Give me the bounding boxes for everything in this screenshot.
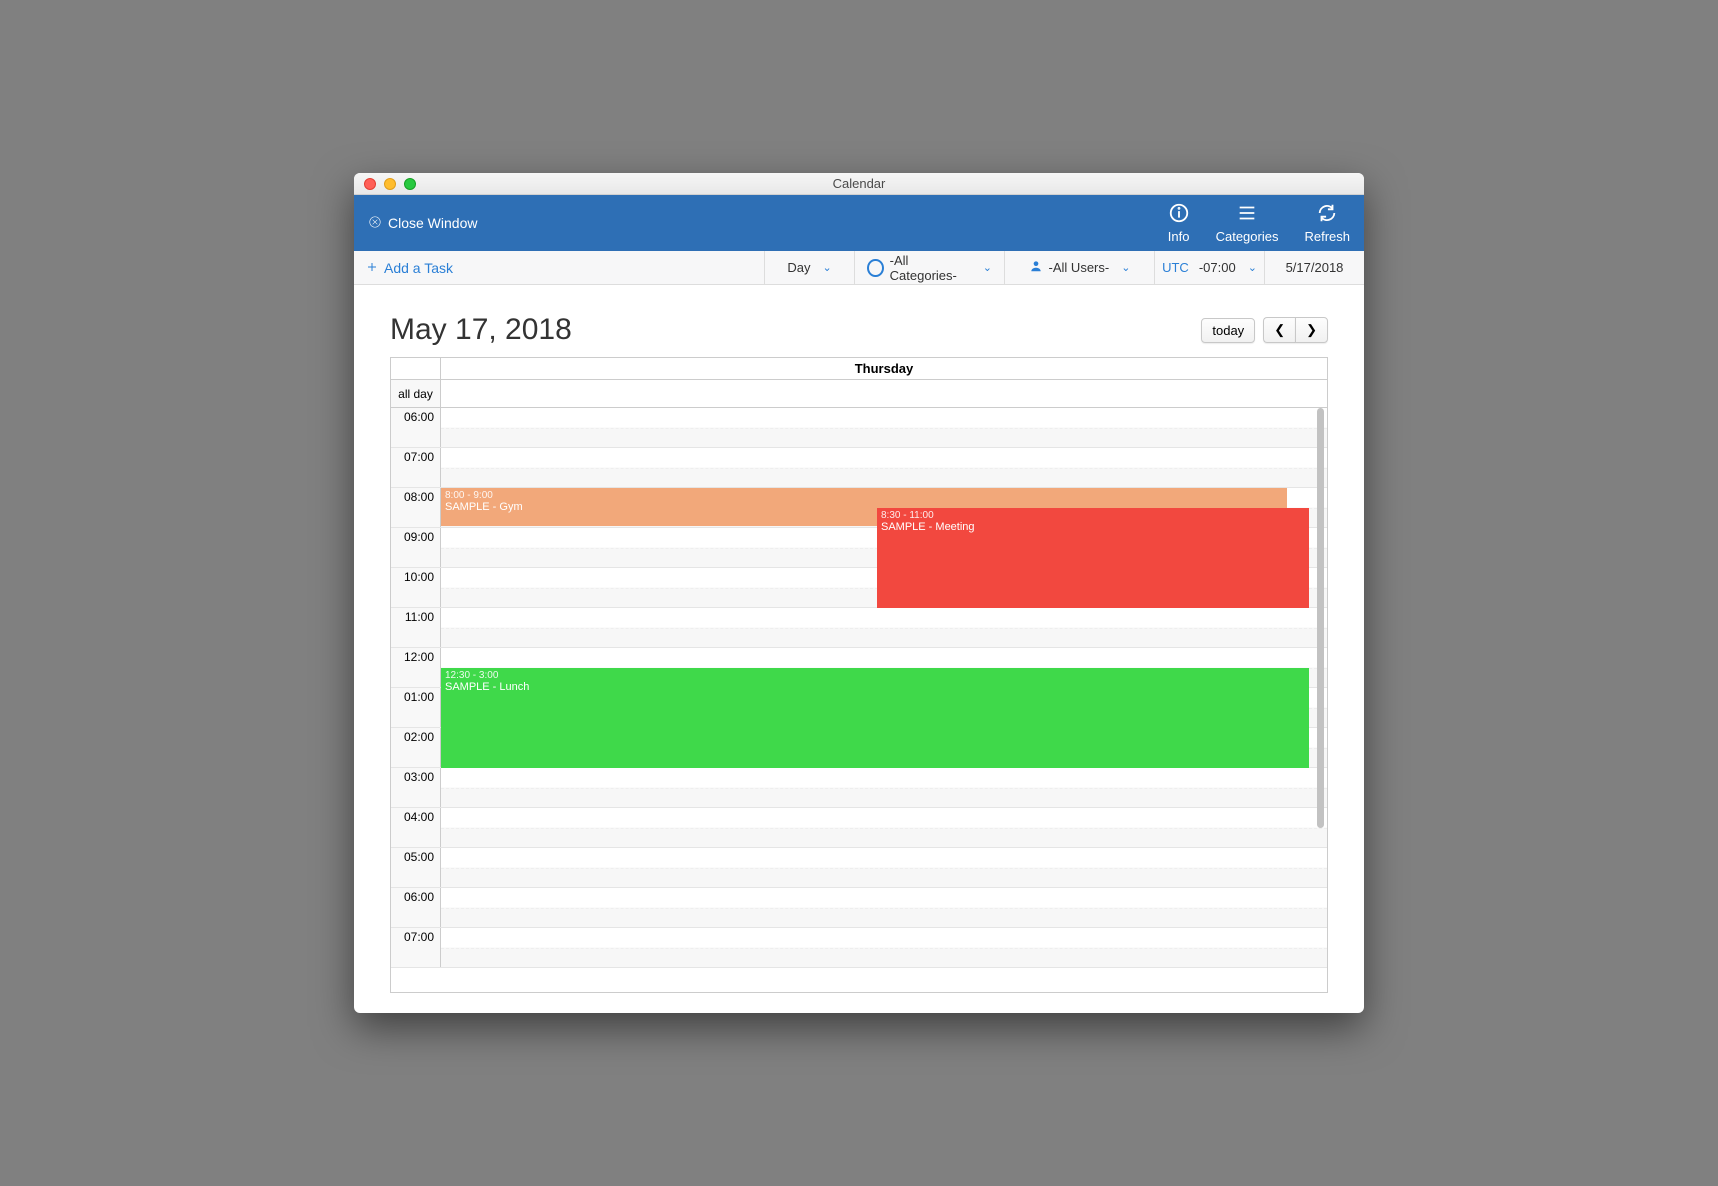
view-mode-select[interactable]: Day ⌄ xyxy=(764,251,854,284)
toolbar-actions: Info Categories Refresh xyxy=(1168,202,1350,244)
hour-label: 06:00 xyxy=(391,888,441,927)
categories-label: Categories xyxy=(1216,229,1279,244)
refresh-label: Refresh xyxy=(1304,229,1350,244)
refresh-button[interactable]: Refresh xyxy=(1304,202,1350,244)
info-label: Info xyxy=(1168,229,1190,244)
date-display[interactable]: 5/17/2018 xyxy=(1264,251,1364,284)
hour-label: 07:00 xyxy=(391,448,441,487)
hour-label: 02:00 xyxy=(391,728,441,767)
scrollbar-track xyxy=(1317,408,1324,992)
allday-label: all day xyxy=(391,380,441,407)
window-title: Calendar xyxy=(354,176,1364,191)
allday-slot[interactable] xyxy=(441,380,1327,407)
add-task-button[interactable]: Add a Task xyxy=(354,251,764,284)
event-time: 8:00 - 9:00 xyxy=(445,490,1283,501)
user-value: -All Users- xyxy=(1049,260,1110,275)
day-name: Thursday xyxy=(441,358,1327,379)
hour-label: 03:00 xyxy=(391,768,441,807)
hour-label: 12:00 xyxy=(391,648,441,687)
add-task-label: Add a Task xyxy=(384,260,453,276)
next-button[interactable]: ❯ xyxy=(1295,317,1328,343)
calendar-event[interactable]: 12:30 - 3:00SAMPLE - Lunch xyxy=(441,668,1309,768)
timezone-offset: -07:00 xyxy=(1199,260,1236,275)
hour-label: 04:00 xyxy=(391,808,441,847)
allday-row: all day xyxy=(391,380,1327,408)
chevron-right-icon: ❯ xyxy=(1306,322,1317,337)
chevron-left-icon: ❮ xyxy=(1274,322,1285,337)
plus-icon xyxy=(366,260,378,276)
event-title: SAMPLE - Lunch xyxy=(445,681,1305,693)
hour-label: 10:00 xyxy=(391,568,441,607)
hour-label: 07:00 xyxy=(391,928,441,967)
hour-label: 06:00 xyxy=(391,408,441,447)
chevron-down-icon: ⌄ xyxy=(1248,261,1257,274)
prev-next-group: ❮ ❯ xyxy=(1263,317,1328,343)
date-value: 5/17/2018 xyxy=(1286,260,1344,275)
calendar-title: May 17, 2018 xyxy=(390,313,572,347)
info-icon xyxy=(1168,202,1190,227)
categories-button[interactable]: Categories xyxy=(1216,202,1279,244)
calendar-event[interactable]: 8:30 - 11:00SAMPLE - Meeting xyxy=(877,508,1309,608)
time-column-header xyxy=(391,358,441,379)
hour-label: 09:00 xyxy=(391,528,441,567)
refresh-icon xyxy=(1316,202,1338,227)
main-toolbar: Close Window Info Categories Refresh xyxy=(354,195,1364,251)
info-button[interactable]: Info xyxy=(1168,202,1190,244)
close-window-label: Close Window xyxy=(388,215,477,231)
calendar-header: May 17, 2018 today ❮ ❯ xyxy=(390,313,1328,347)
category-value: -All Categories- xyxy=(890,253,971,283)
category-circle-icon xyxy=(867,259,884,277)
category-select[interactable]: -All Categories- ⌄ xyxy=(854,251,1004,284)
titlebar: Calendar xyxy=(354,173,1364,195)
hour-label: 05:00 xyxy=(391,848,441,887)
hour-label: 11:00 xyxy=(391,608,441,647)
view-mode-value: Day xyxy=(787,260,810,275)
close-circle-icon xyxy=(368,215,382,232)
today-button[interactable]: today xyxy=(1201,318,1255,343)
scrollbar-thumb[interactable] xyxy=(1317,408,1324,828)
close-window-button[interactable]: Close Window xyxy=(368,215,477,232)
event-time: 8:30 - 11:00 xyxy=(881,510,1305,521)
hour-label: 01:00 xyxy=(391,688,441,727)
filter-bar: Add a Task Day ⌄ -All Categories- ⌄ -All… xyxy=(354,251,1364,285)
day-header-row: Thursday xyxy=(391,358,1327,380)
time-grid-scroll[interactable]: 06:0007:0008:0009:0010:0011:0012:0001:00… xyxy=(391,408,1327,992)
calendar-body: May 17, 2018 today ❮ ❯ Thursday all day … xyxy=(354,285,1364,1013)
timezone-label: UTC xyxy=(1162,260,1189,275)
user-icon xyxy=(1029,259,1043,276)
event-title: SAMPLE - Meeting xyxy=(881,521,1305,533)
events-layer: 8:00 - 9:00SAMPLE - Gym8:30 - 11:00SAMPL… xyxy=(441,408,1313,992)
calendar-grid: Thursday all day 06:0007:0008:0009:0010:… xyxy=(390,357,1328,993)
prev-button[interactable]: ❮ xyxy=(1263,317,1295,343)
app-window: Calendar Close Window Info Categories xyxy=(354,173,1364,1013)
event-time: 12:30 - 3:00 xyxy=(445,670,1305,681)
chevron-down-icon: ⌄ xyxy=(983,261,992,274)
list-icon xyxy=(1236,202,1258,227)
chevron-down-icon: ⌄ xyxy=(822,261,831,274)
chevron-down-icon: ⌄ xyxy=(1121,261,1130,274)
hour-label: 08:00 xyxy=(391,488,441,527)
user-select[interactable]: -All Users- ⌄ xyxy=(1004,251,1154,284)
timezone-select[interactable]: UTC -07:00 ⌄ xyxy=(1154,251,1264,284)
calendar-nav: today ❮ ❯ xyxy=(1201,317,1328,343)
